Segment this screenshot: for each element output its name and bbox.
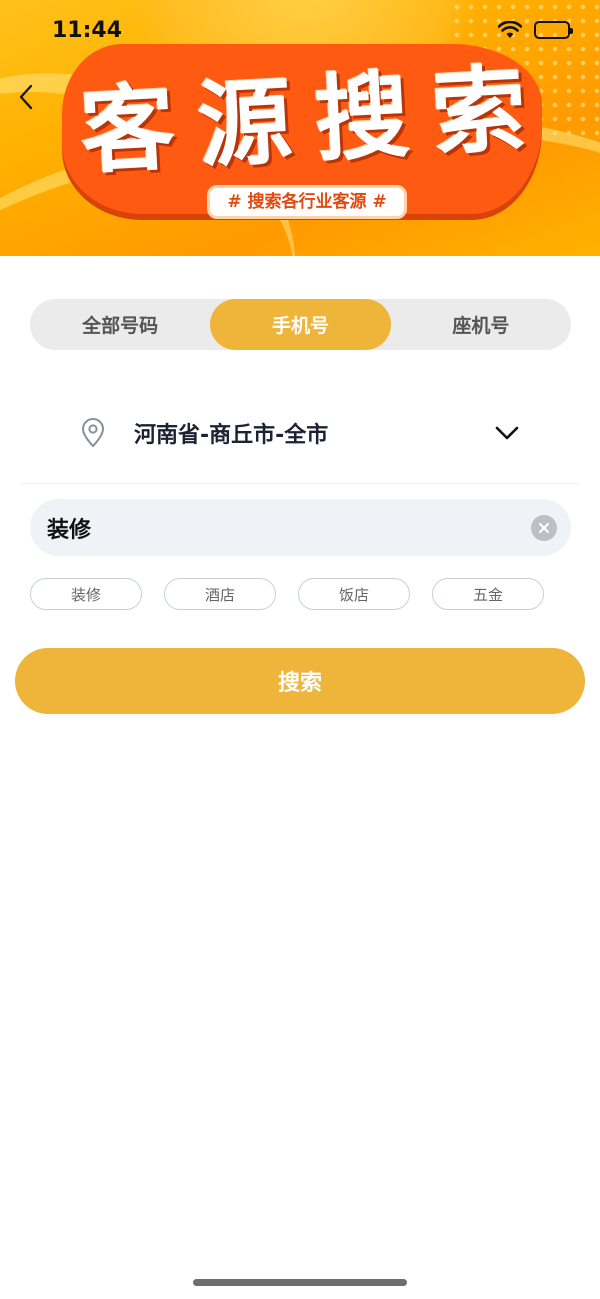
home-indicator	[193, 1279, 407, 1286]
search-button[interactable]: 搜索	[15, 648, 585, 714]
tab-landline[interactable]: 座机号	[391, 299, 571, 350]
clear-button[interactable]	[531, 514, 557, 541]
keyword-tag[interactable]: 酒店	[164, 578, 276, 610]
location-pin-icon	[81, 418, 105, 448]
status-time: 11:44	[52, 18, 123, 43]
banner-title-char: 源	[195, 67, 299, 182]
keyword-suggestions: 装修 酒店 饭店 五金	[30, 578, 571, 610]
banner-title-char: 搜	[312, 61, 416, 176]
location-value: 河南省-商丘市-全市	[134, 423, 329, 448]
clear-icon	[538, 522, 550, 533]
banner-title-char: 索	[429, 55, 533, 170]
tab-all-numbers[interactable]: 全部号码	[30, 299, 210, 350]
keyword-input[interactable]	[47, 515, 531, 540]
keyword-tag[interactable]: 装修	[30, 578, 142, 610]
chevron-down-icon[interactable]	[494, 424, 520, 442]
banner-title: 客 源 搜 索	[77, 46, 533, 187]
tab-mobile[interactable]: 手机号	[210, 299, 391, 350]
battery-icon	[534, 21, 573, 39]
back-button[interactable]	[14, 82, 40, 112]
keyword-tag[interactable]: 饭店	[298, 578, 410, 610]
wifi-icon	[498, 21, 522, 39]
keyword-tag[interactable]: 五金	[432, 578, 544, 610]
status-icons	[498, 21, 573, 39]
divider	[22, 483, 578, 484]
banner-title-char: 客	[77, 73, 182, 188]
number-type-tabs: 全部号码 手机号 座机号	[30, 299, 571, 350]
keyword-search-box	[30, 499, 571, 556]
chevron-left-icon	[19, 84, 33, 110]
banner-subtitle: # 搜索各行业客源 #	[207, 185, 407, 219]
location-selector[interactable]: 河南省-商丘市-全市	[80, 410, 520, 456]
